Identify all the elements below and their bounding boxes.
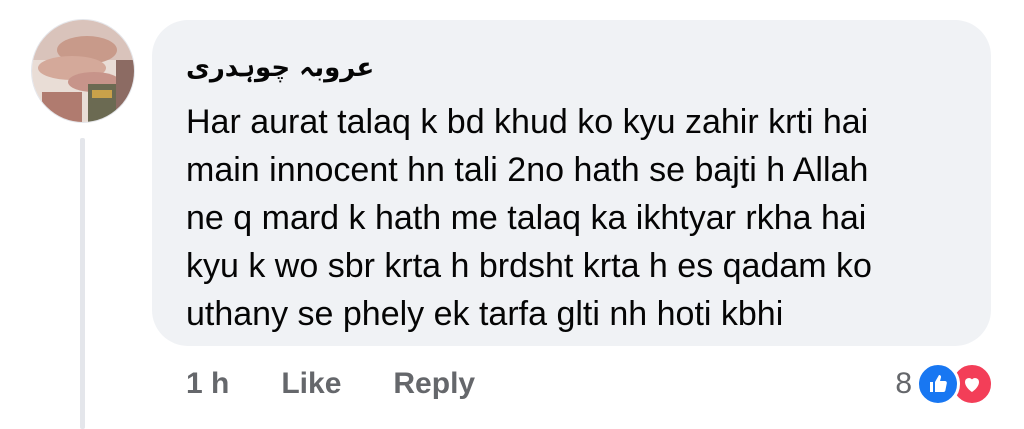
comment-text: Har aurat talaq k bd khud ko kyu zahir k… (186, 98, 976, 338)
comment-line: uthany se phely ek tarfa glti nh hoti kb… (186, 295, 784, 333)
reply-button[interactable]: Reply (393, 367, 475, 401)
thread-line (80, 138, 85, 429)
comment-line: Har aurat talaq k bd khud ko kyu zahir k… (186, 103, 869, 141)
comment-line: main innocent hn tali 2no hath se bajti … (186, 151, 869, 189)
comment-author[interactable]: عروبہ چوہدری (186, 48, 374, 88)
comment-line: ne q mard k hath me talaq ka ikhtyar rkh… (186, 199, 867, 237)
avatar-image (32, 20, 134, 122)
comment-line: kyu k wo sbr krta h brdsht krta h es qad… (186, 247, 872, 285)
avatar[interactable] (31, 19, 135, 123)
comment-timestamp[interactable]: 1 h (186, 367, 229, 401)
reaction-count: 8 (895, 367, 912, 400)
reactions-summary[interactable]: 8 (895, 362, 994, 406)
comment-actions: 1 h Like Reply (186, 362, 475, 406)
like-button[interactable]: Like (281, 367, 341, 401)
like-icon (916, 362, 960, 406)
